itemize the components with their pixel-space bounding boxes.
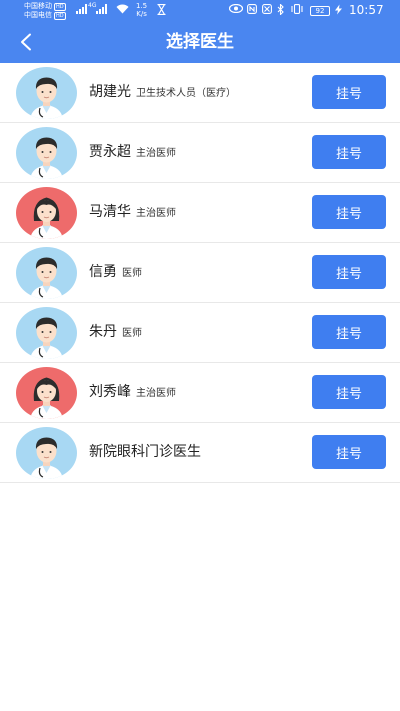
doctor-avatar bbox=[16, 127, 77, 179]
doctor-title: 主治医师 bbox=[136, 388, 176, 399]
doctor-avatar bbox=[16, 427, 77, 479]
hd-badge: HD bbox=[54, 3, 66, 11]
doctor-info: 刘秀峰 主治医师 bbox=[89, 382, 176, 404]
doctor-name: 贾永超 bbox=[89, 144, 131, 160]
doctor-info: 胡建光 卫生技术人员（医疗） bbox=[89, 82, 236, 104]
doctor-row[interactable]: 贾永超 主治医师 挂号 bbox=[0, 123, 400, 183]
bluetooth-icon bbox=[277, 3, 284, 19]
doctor-avatar-icon bbox=[16, 247, 77, 299]
doctor-info: 朱丹 医师 bbox=[89, 322, 142, 344]
doctor-avatar bbox=[16, 187, 77, 239]
register-button[interactable]: 挂号 bbox=[312, 315, 386, 349]
register-button[interactable]: 挂号 bbox=[312, 75, 386, 109]
doctor-avatar bbox=[16, 307, 77, 359]
doctor-row[interactable]: 胡建光 卫生技术人员（医疗） 挂号 bbox=[0, 63, 400, 123]
nfc-icon bbox=[247, 4, 257, 18]
signal-icon bbox=[76, 4, 87, 14]
nav-bar: 选择医生 bbox=[0, 22, 400, 63]
charging-icon bbox=[334, 4, 343, 19]
doctor-name: 新院眼科门诊医生 bbox=[89, 444, 201, 460]
register-button[interactable]: 挂号 bbox=[312, 135, 386, 169]
eye-icon bbox=[228, 3, 244, 17]
hourglass-icon bbox=[157, 3, 166, 19]
register-button[interactable]: 挂号 bbox=[312, 435, 386, 469]
page-title: 选择医生 bbox=[166, 32, 234, 52]
doctor-avatar-icon bbox=[16, 127, 77, 179]
doctor-avatar-icon bbox=[16, 187, 77, 239]
doctor-row[interactable]: 马清华 主治医师 挂号 bbox=[0, 183, 400, 243]
doctor-avatar-icon bbox=[16, 67, 77, 119]
speed-value: 1.5 bbox=[136, 2, 148, 10]
status-time: 10:57 bbox=[349, 3, 384, 17]
doctor-avatar-icon bbox=[16, 427, 77, 479]
vibrate-icon bbox=[290, 4, 304, 18]
doctor-title: 主治医师 bbox=[136, 148, 176, 159]
carrier-1: 中国移动 bbox=[24, 2, 52, 10]
alarm-icon bbox=[262, 4, 272, 18]
doctor-row[interactable]: 刘秀峰 主治医师 挂号 bbox=[0, 363, 400, 423]
doctor-avatar bbox=[16, 247, 77, 299]
signal-icon-2 bbox=[96, 4, 107, 14]
doctor-avatar-icon bbox=[16, 367, 77, 419]
top-bar: 中国移动 HD 中国电信 HD 4G 1.5 K/s 92 10:57 选择医生 bbox=[0, 0, 400, 63]
doctor-name: 信勇 bbox=[89, 264, 117, 280]
doctor-name: 刘秀峰 bbox=[89, 384, 131, 400]
doctor-title: 医师 bbox=[122, 328, 142, 339]
doctor-title: 医师 bbox=[122, 268, 142, 279]
register-button[interactable]: 挂号 bbox=[312, 195, 386, 229]
doctor-title: 卫生技术人员（医疗） bbox=[136, 88, 236, 99]
network-speed: 1.5 K/s bbox=[136, 2, 147, 18]
doctor-row[interactable]: 信勇 医师 挂号 bbox=[0, 243, 400, 303]
doctor-row[interactable]: 朱丹 医师 挂号 bbox=[0, 303, 400, 363]
speed-unit: K/s bbox=[136, 10, 147, 18]
doctor-avatar bbox=[16, 367, 77, 419]
doctor-info: 信勇 医师 bbox=[89, 262, 142, 284]
doctor-avatar-icon bbox=[16, 307, 77, 359]
doctor-title: 主治医师 bbox=[136, 208, 176, 219]
register-button[interactable]: 挂号 bbox=[312, 375, 386, 409]
doctor-list: 胡建光 卫生技术人员（医疗） 挂号 贾永超 主治医师 挂号 马清华 主治医师 挂号 信勇 医师 挂号朱… bbox=[0, 63, 400, 483]
hd-badge: HD bbox=[54, 12, 66, 20]
doctor-info: 马清华 主治医师 bbox=[89, 202, 176, 224]
wifi-icon bbox=[116, 4, 129, 18]
doctor-info: 新院眼科门诊医生 bbox=[89, 442, 201, 462]
doctor-info: 贾永超 主治医师 bbox=[89, 142, 176, 164]
doctor-name: 马清华 bbox=[89, 204, 131, 220]
carrier-2: 中国电信 bbox=[24, 11, 52, 19]
register-button[interactable]: 挂号 bbox=[312, 255, 386, 289]
status-bar: 中国移动 HD 中国电信 HD 4G 1.5 K/s 92 10:57 bbox=[0, 0, 400, 22]
doctor-name: 朱丹 bbox=[89, 324, 117, 340]
carrier-info: 中国移动 HD 中国电信 HD bbox=[24, 2, 66, 20]
battery-icon: 92 bbox=[310, 6, 330, 16]
doctor-row[interactable]: 新院眼科门诊医生 挂号 bbox=[0, 423, 400, 483]
doctor-name: 胡建光 bbox=[89, 84, 131, 100]
doctor-avatar bbox=[16, 67, 77, 119]
